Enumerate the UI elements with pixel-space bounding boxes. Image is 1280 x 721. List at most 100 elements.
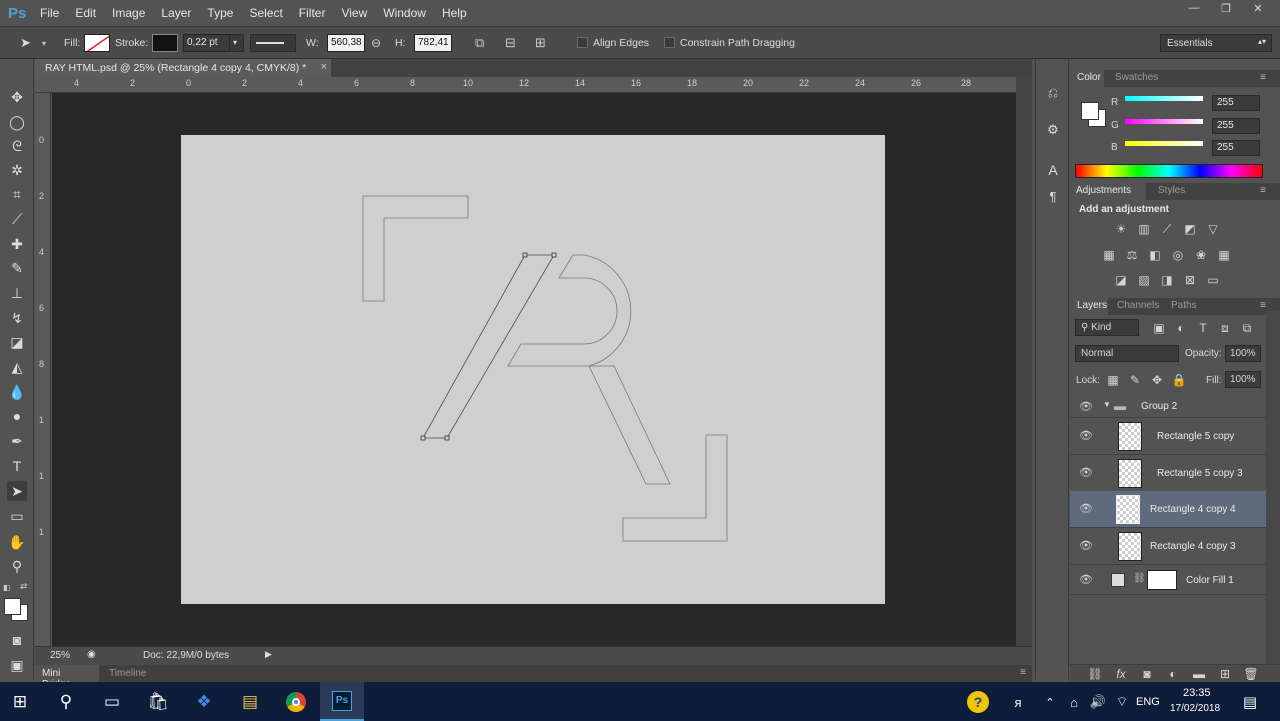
red-slider[interactable] [1125, 96, 1203, 101]
character-panel-icon[interactable]: A [1043, 160, 1063, 180]
levels-icon[interactable]: ▥ [1137, 222, 1151, 236]
dodge-tool-icon[interactable]: ● [7, 406, 27, 426]
healing-brush-tool-icon[interactable]: ✚ [7, 234, 27, 254]
vibrance-icon[interactable]: ▽ [1206, 222, 1220, 236]
dropbox-icon[interactable]: ❖ [190, 688, 218, 716]
menu-type[interactable]: Type [199, 6, 241, 20]
tab-channels[interactable]: Channels [1117, 300, 1159, 311]
posterize-icon[interactable]: ▨ [1137, 273, 1151, 287]
blend-mode-dropdown[interactable]: Normal [1075, 345, 1179, 362]
vertical-scrollbar[interactable] [1016, 77, 1032, 646]
close-document-icon[interactable]: × [321, 61, 327, 73]
tab-paths[interactable]: Paths [1171, 300, 1197, 311]
fill-swatch[interactable] [84, 34, 110, 52]
threshold-icon[interactable]: ◨ [1160, 273, 1174, 287]
brightness-contrast-icon[interactable]: ☀ [1114, 222, 1128, 236]
constrain-path-checkbox[interactable] [664, 37, 675, 48]
hand-tool-icon[interactable]: ✋ [7, 532, 27, 552]
align-edges-checkbox[interactable] [577, 37, 588, 48]
pen-tool-icon[interactable]: ✒ [7, 431, 27, 451]
visibility-eye-icon[interactable]: 👁 [1079, 429, 1093, 442]
blue-value[interactable]: 255 [1212, 140, 1260, 156]
path-arrangement-icon[interactable]: ⊞ [535, 35, 546, 51]
filter-pixel-icon[interactable]: ▣ [1152, 321, 1166, 335]
zoom-tool-icon[interactable]: ⚲ [7, 556, 27, 576]
tab-mini-bridge[interactable]: Mini Bridge [35, 665, 99, 690]
move-tool-icon[interactable]: ✥ [7, 87, 27, 107]
invert-icon[interactable]: ◪ [1114, 273, 1128, 287]
tab-layers[interactable]: Layers [1070, 298, 1108, 315]
task-view-icon[interactable]: ▭ [98, 688, 126, 716]
brush-tool-icon[interactable]: ✎ [7, 258, 27, 278]
new-adjustment-layer-icon[interactable]: ◐ [1166, 667, 1180, 681]
add-mask-icon[interactable]: ◙ [1140, 667, 1154, 681]
path-selection-tool-icon[interactable]: ➤ [7, 481, 27, 501]
fill-field[interactable]: 100% [1225, 371, 1261, 388]
document-canvas[interactable] [181, 135, 885, 604]
photoshop-taskbar-button[interactable]: Ps [320, 682, 364, 721]
eyedropper-tool-icon[interactable]: ⟋ [7, 209, 27, 229]
tab-timeline[interactable]: Timeline [109, 668, 146, 679]
menu-view[interactable]: View [333, 6, 375, 20]
curves-icon[interactable]: ⟋ [1160, 222, 1174, 236]
logo-artwork[interactable] [181, 135, 885, 604]
layer-group-row[interactable]: 👁 ▼ ▬ Group 2 [1070, 394, 1266, 418]
filter-type-icon[interactable]: T [1196, 321, 1210, 335]
filter-shape-icon[interactable]: ⧈ [1218, 321, 1232, 335]
layer-row[interactable]: 👁 ⛓ Color Fill 1 [1070, 565, 1266, 595]
restore-button[interactable]: ❐ [1212, 0, 1240, 16]
clone-stamp-tool-icon[interactable]: ⊥ [7, 283, 27, 303]
adjustments-panel-menu-icon[interactable]: ≡ [1260, 185, 1266, 196]
mask-link-icon[interactable]: ⛓ [1133, 573, 1146, 584]
layers-panel-menu-icon[interactable]: ≡ [1260, 300, 1266, 311]
visibility-eye-icon[interactable]: 👁 [1079, 502, 1093, 515]
lock-transparent-icon[interactable]: ▦ [1106, 373, 1120, 387]
stroke-width-dropdown-icon[interactable]: ▾ [229, 34, 244, 52]
layer-row[interactable]: 👁 Rectangle 5 copy [1070, 418, 1266, 455]
lock-position-icon[interactable]: ✥ [1150, 373, 1164, 387]
color-panel-menu-icon[interactable]: ≡ [1260, 72, 1266, 83]
photo-filter-icon[interactable]: ◎ [1171, 248, 1185, 262]
layer-style-fx-icon[interactable]: fx [1114, 667, 1128, 681]
tab-color[interactable]: Color [1070, 70, 1104, 87]
swap-colors-icon[interactable]: ⇄ [20, 581, 28, 592]
blur-tool-icon[interactable]: 💧 [7, 382, 27, 402]
width-field[interactable]: 560,38 [327, 34, 365, 52]
close-button[interactable]: ✕ [1244, 0, 1272, 16]
clock-date[interactable]: 17/02/2018 [1170, 703, 1220, 714]
menu-edit[interactable]: Edit [67, 6, 104, 20]
height-field[interactable]: 782,41 [414, 34, 452, 52]
lasso-tool-icon[interactable]: ᘓ [7, 136, 27, 156]
color-spectrum-bar[interactable] [1075, 164, 1263, 178]
file-explorer-icon[interactable]: ▤ [236, 688, 264, 716]
red-value[interactable]: 255 [1212, 95, 1260, 111]
menu-image[interactable]: Image [104, 6, 153, 20]
menu-file[interactable]: File [32, 6, 67, 20]
search-icon[interactable]: ⚲ [52, 688, 80, 716]
status-info-icon[interactable]: ◉ [87, 649, 96, 660]
people-icon[interactable]: ᴙ [1004, 688, 1032, 716]
language-indicator[interactable]: ENG [1136, 696, 1160, 708]
green-slider[interactable] [1125, 119, 1203, 124]
history-panel-icon[interactable]: ⎌ [1043, 83, 1063, 103]
layer-row-selected[interactable]: 👁 Rectangle 4 copy 4 [1070, 491, 1266, 528]
opacity-field[interactable]: 100% [1225, 345, 1261, 362]
menu-help[interactable]: Help [434, 6, 475, 20]
store-icon[interactable]: 🛍 [144, 688, 172, 716]
zoom-level[interactable]: 25% [50, 650, 70, 661]
document-tab[interactable]: RAY HTML.psd @ 25% (Rectangle 4 copy 4, … [35, 59, 331, 77]
new-layer-icon[interactable]: ⊞ [1218, 667, 1232, 681]
rectangle-tool-icon[interactable]: ▭ [7, 506, 27, 526]
menu-layer[interactable]: Layer [153, 6, 199, 20]
magic-wand-tool-icon[interactable]: ✲ [7, 160, 27, 180]
visibility-eye-icon[interactable]: 👁 [1079, 466, 1093, 479]
workspace-dropdown[interactable]: Essentials ▴▾ [1160, 34, 1272, 52]
properties-panel-icon[interactable]: ⚙ [1043, 120, 1063, 140]
tool-preset-chevron-icon[interactable]: ▾ [42, 39, 46, 48]
layer-filter-kind-dropdown[interactable]: ⚲ Kind [1075, 319, 1139, 336]
status-menu-arrow-icon[interactable]: ▶ [265, 649, 272, 660]
color-balance-icon[interactable]: ⚖ [1125, 248, 1139, 262]
screen-mode-icon[interactable]: ▣ [7, 655, 27, 675]
filter-adjustment-icon[interactable]: ◐ [1174, 321, 1188, 335]
group-expand-chevron-icon[interactable]: ▼ [1103, 400, 1111, 409]
